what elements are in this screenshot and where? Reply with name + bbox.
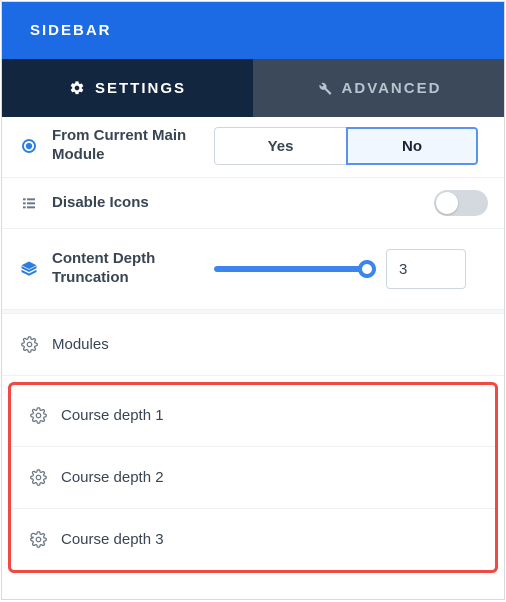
- course-depth-label: Course depth 2: [61, 469, 164, 486]
- option-disable-icons: Disable Icons: [2, 178, 504, 229]
- settings-content: From Current Main Module Yes No Disable …: [2, 117, 504, 573]
- slider-track: [214, 266, 374, 272]
- yes-button[interactable]: Yes: [214, 127, 346, 165]
- disable-icons-toggle[interactable]: [434, 190, 488, 216]
- panel-header: SIDEBAR: [2, 2, 504, 59]
- course-depth-label: Course depth 3: [61, 531, 164, 548]
- modules-item[interactable]: Modules: [2, 314, 504, 376]
- tab-settings[interactable]: SETTINGS: [2, 59, 253, 117]
- depth-slider[interactable]: [214, 259, 374, 279]
- target-icon: [18, 137, 40, 155]
- yes-no-control: Yes No: [214, 127, 478, 165]
- modules-label: Modules: [52, 336, 109, 353]
- panel-title: SIDEBAR: [30, 22, 112, 39]
- course-depth-item[interactable]: Course depth 2: [11, 447, 495, 509]
- toggle-knob: [436, 192, 458, 214]
- option-label: Disable Icons: [52, 194, 422, 213]
- course-depth-item[interactable]: Course depth 3: [11, 509, 495, 570]
- list-icon: [18, 195, 40, 211]
- tab-advanced-label: ADVANCED: [342, 80, 442, 97]
- layers-icon: [18, 260, 40, 278]
- gear-outline-icon: [27, 407, 49, 424]
- slider-thumb[interactable]: [358, 260, 376, 278]
- sidebar-panel: SIDEBAR SETTINGS ADVANCED From Current M…: [1, 1, 505, 600]
- option-from-current-main-module: From Current Main Module Yes No: [2, 117, 504, 178]
- course-depth-label: Course depth 1: [61, 407, 164, 424]
- gear-outline-icon: [27, 531, 49, 548]
- gear-outline-icon: [27, 469, 49, 486]
- tab-settings-label: SETTINGS: [95, 80, 186, 97]
- highlight-box: Course depth 1 Course depth 2 Course dep…: [8, 382, 498, 573]
- gear-icon: [69, 80, 85, 96]
- wrench-icon: [316, 80, 332, 96]
- option-label: From Current Main Module: [52, 127, 202, 165]
- depth-input[interactable]: [386, 249, 466, 289]
- course-depth-item[interactable]: Course depth 1: [11, 385, 495, 447]
- tab-bar: SETTINGS ADVANCED: [2, 59, 504, 117]
- tab-advanced[interactable]: ADVANCED: [253, 59, 504, 117]
- option-label: Content Depth Truncation: [52, 250, 202, 288]
- no-button[interactable]: No: [346, 127, 478, 165]
- option-content-depth-truncation: Content Depth Truncation: [2, 229, 504, 310]
- gear-outline-icon: [18, 336, 40, 353]
